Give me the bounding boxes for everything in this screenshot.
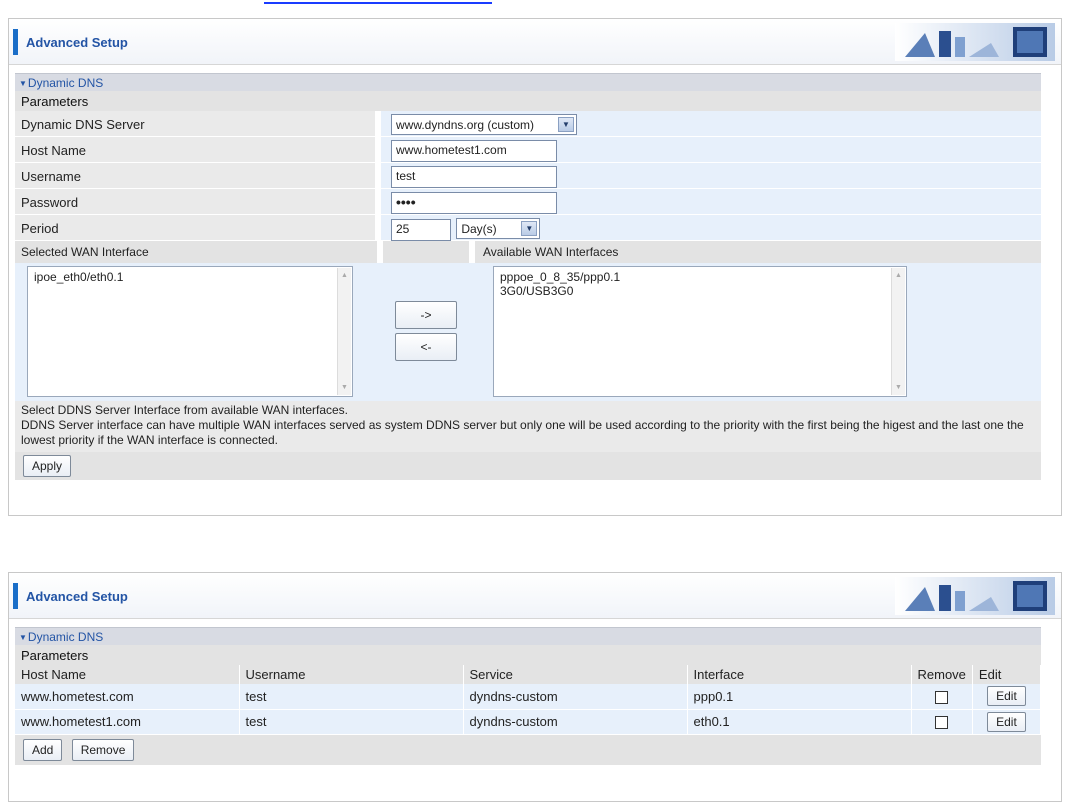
table-header-row: Host Name Username Service Interface Rem… [15,665,1042,684]
username-row: Username test [15,163,1041,189]
selected-wan-listbox[interactable]: ipoe_eth0/eth0.1 ▲ ▼ [27,266,353,397]
list-item[interactable]: ipoe_eth0/eth0.1 [34,270,346,284]
chevron-down-icon[interactable]: ▼ [521,221,538,236]
cell-interface: eth0.1 [687,709,912,735]
section-title: Dynamic DNS [27,630,104,644]
ddns-server-value: www.dyndns.org (custom) [396,117,535,132]
help-note: Select DDNS Server Interface from availa… [15,401,1041,452]
host-label: Host Name [15,137,375,162]
panel-header: Advanced Setup [9,19,1061,65]
panel-header: Advanced Setup [9,573,1061,619]
section-title: Dynamic DNS [27,76,104,90]
period-unit-value: Day(s) [461,221,497,236]
move-right-button[interactable]: -> [395,301,457,329]
ddns-list-panel: Advanced Setup ▼Dynamic DNS Parameters H… [8,572,1062,802]
params-heading: Parameters [15,645,1041,665]
col-interface: Interface [687,665,912,684]
selected-wan-label: Selected WAN Interface [21,245,149,259]
wan-header-row: Selected WAN Interface Available WAN Int… [15,241,1041,263]
scroll-up-icon[interactable]: ▲ [894,272,903,281]
password-row: Password •••• [15,189,1041,215]
scrollbar[interactable]: ▲ ▼ [337,268,351,395]
header-decoration-icon [895,577,1055,615]
cell-service: dyndns-custom [463,709,688,735]
ddns-config-panel: Advanced Setup ▼Dynamic DNS Parameters D… [8,18,1062,516]
period-input[interactable]: 25 [391,218,451,241]
period-unit-select[interactable]: Day(s) ▼ [456,218,541,239]
col-remove: Remove [911,665,973,684]
page-title: Advanced Setup [26,589,128,604]
server-row: Dynamic DNS Server www.dyndns.org (custo… [15,111,1041,137]
username-input[interactable]: test [391,166,557,188]
ddns-server-select[interactable]: www.dyndns.org (custom) ▼ [391,114,577,135]
password-input[interactable]: •••• [391,192,557,214]
scrollbar[interactable]: ▲ ▼ [891,268,905,395]
col-host-name: Host Name [15,665,240,684]
list-item[interactable]: pppoe_0_8_35/ppp0.1 [500,270,900,284]
scroll-down-icon[interactable]: ▼ [340,384,349,393]
cell-user: test [239,709,464,735]
edit-button[interactable]: Edit [987,711,1026,732]
table-row: www.hometest.com test dyndns-custom ppp0… [15,684,1042,710]
chevron-down-icon[interactable]: ▼ [558,117,574,132]
expand-triangle-icon: ▼ [19,633,27,642]
ddns-section: ▼Dynamic DNS Parameters Dynamic DNS Serv… [15,73,1041,480]
period-label: Period [15,215,375,240]
expand-triangle-icon: ▼ [19,79,27,88]
help-note-line2: DDNS Server interface can have multiple … [21,418,1024,447]
col-username: Username [239,665,464,684]
help-note-line1: Select DDNS Server Interface from availa… [21,403,349,417]
section-title-bar[interactable]: ▼Dynamic DNS [15,627,1041,645]
add-button[interactable]: Add [23,738,63,761]
available-wan-listbox[interactable]: pppoe_0_8_35/ppp0.1 3G0/USB3G0 ▲ ▼ [493,266,907,397]
table-row: www.hometest1.com test dyndns-custom eth… [15,709,1042,735]
col-service: Service [463,665,688,684]
apply-button[interactable]: Apply [23,455,72,477]
scroll-down-icon[interactable]: ▼ [894,384,903,393]
remove-button[interactable]: Remove [71,738,135,761]
header-accent-bar [13,583,18,609]
top-link-underline[interactable] [264,0,492,4]
host-row: Host Name www.hometest1.com [15,137,1041,163]
ddns-table: Host Name Username Service Interface Rem… [15,665,1042,735]
username-label: Username [15,163,375,188]
page-title: Advanced Setup [26,35,128,50]
header-accent-bar [13,29,18,55]
password-label: Password [15,189,375,214]
cell-host: www.hometest1.com [15,709,240,735]
host-name-input[interactable]: www.hometest1.com [391,140,557,162]
params-heading: Parameters [15,91,1041,111]
cell-interface: ppp0.1 [687,684,912,710]
server-label: Dynamic DNS Server [15,111,375,136]
cell-user: test [239,684,464,710]
cell-host: www.hometest.com [15,684,240,710]
section-title-bar[interactable]: ▼Dynamic DNS [15,73,1041,91]
remove-checkbox[interactable] [935,690,949,704]
ddns-list-section: ▼Dynamic DNS Parameters Host Name Userna… [15,627,1042,765]
move-left-button[interactable]: <- [395,333,457,361]
available-wan-label: Available WAN Interfaces [483,245,619,259]
cell-service: dyndns-custom [463,684,688,710]
list-item[interactable]: 3G0/USB3G0 [500,284,900,298]
scroll-up-icon[interactable]: ▲ [340,272,349,281]
apply-row: Apply [15,452,1041,480]
col-edit: Edit [972,665,1042,684]
edit-button[interactable]: Edit [987,686,1026,707]
period-row: Period 25 Day(s) ▼ [15,215,1041,241]
remove-checkbox[interactable] [935,716,949,730]
header-decoration-icon [895,23,1055,61]
table-actions-row: Add Remove [15,734,1041,765]
wan-body-row: ipoe_eth0/eth0.1 ▲ ▼ -> <- pppoe_0_8_35/… [15,263,1041,401]
